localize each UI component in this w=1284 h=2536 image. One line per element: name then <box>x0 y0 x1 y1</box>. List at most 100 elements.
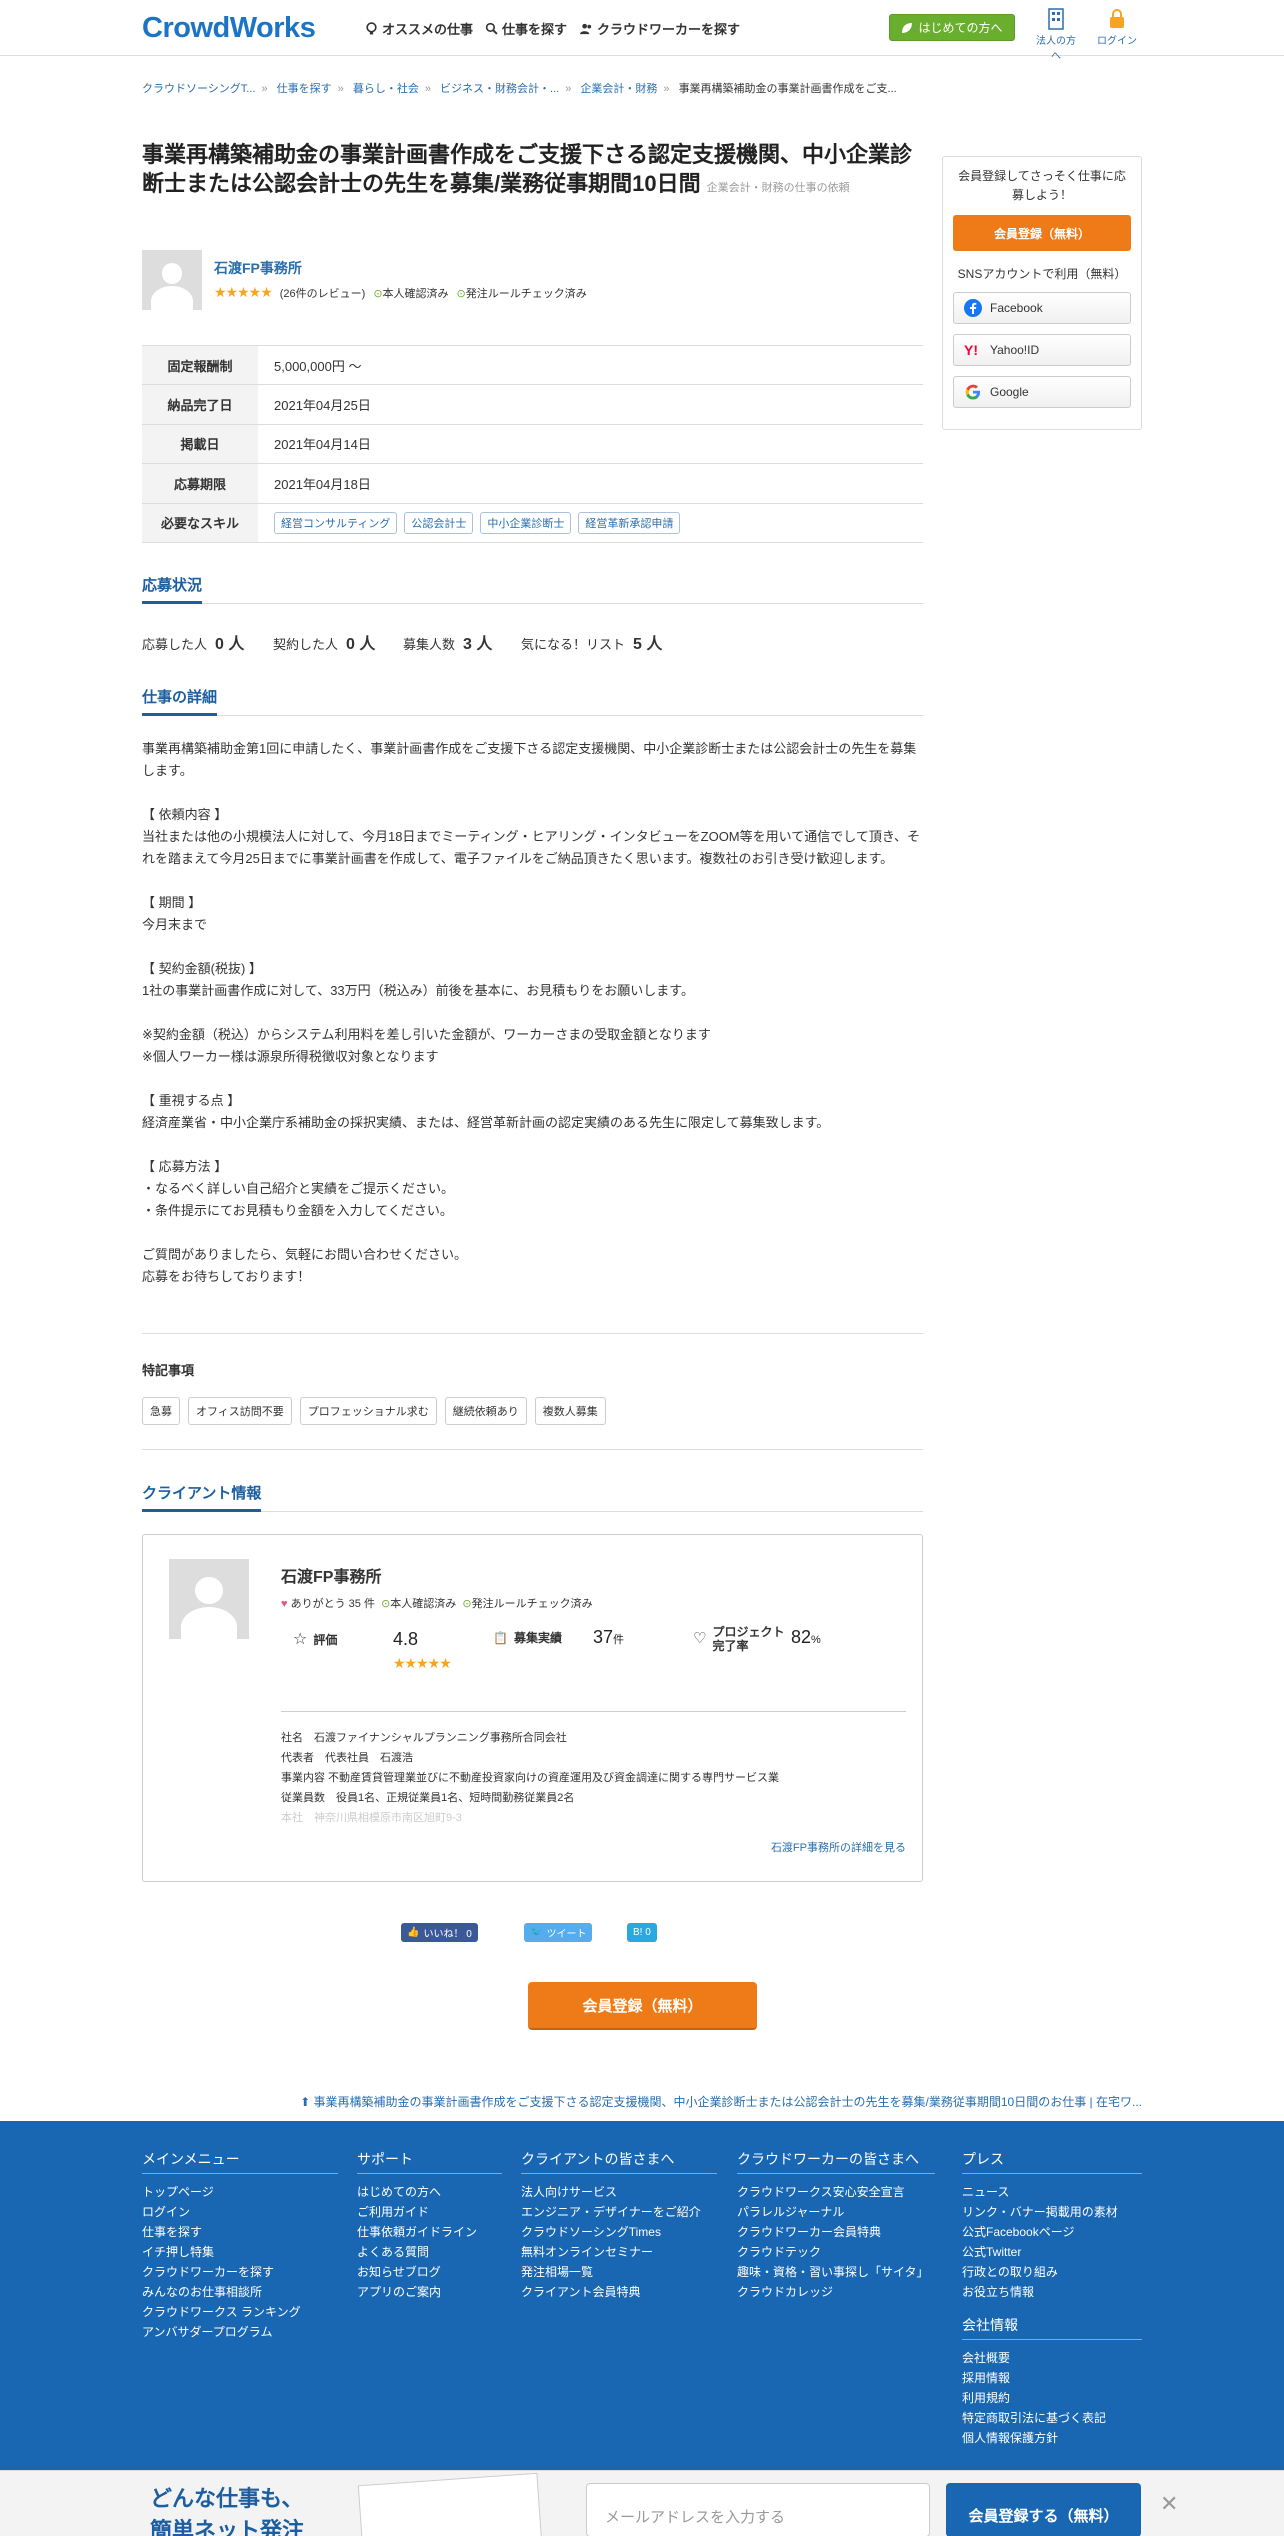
google-login-button[interactable]: Google <box>953 376 1131 408</box>
footer-link[interactable]: 仕事を探す <box>142 2222 338 2242</box>
footer-link[interactable]: リンク・バナー掲載用の素材 <box>962 2202 1142 2222</box>
footer-link[interactable]: トップページ <box>142 2182 338 2202</box>
breadcrumb-item[interactable]: クラウドソーシングT... <box>142 83 255 95</box>
footer-link[interactable]: エンジニア・デザイナーをご紹介 <box>521 2202 717 2222</box>
footer-link[interactable]: クラウドワークス安心安全宣言 <box>737 2182 935 2202</box>
footer-link[interactable]: お役立ち情報 <box>962 2282 1142 2302</box>
breadcrumb-item[interactable]: 暮らし・社会 <box>353 83 419 95</box>
nav-find-jobs[interactable]: 仕事を探す <box>485 19 567 38</box>
category-link[interactable]: 企業会計・財務の仕事の依頼 <box>707 182 850 194</box>
twitter-icon: 🐦 <box>530 1927 543 1938</box>
kpi-orders-label: 📋 募集実績 <box>493 1630 562 1646</box>
footer-link[interactable]: 特定商取引法に基づく表記 <box>962 2408 1142 2428</box>
footer-link[interactable]: クラウドソーシングTimes <box>521 2222 717 2242</box>
stat-recruit: 募集人数 3 人 <box>403 636 493 653</box>
footer-link[interactable]: 公式Facebookページ <box>962 2222 1142 2242</box>
skill-tag[interactable]: 公認会計士 <box>404 511 474 534</box>
footer-col-workers: クラウドワーカーの皆さまへ クラウドワークス安心安全宣言 パラレルジャーナル ク… <box>737 2149 935 2302</box>
skill-tag[interactable]: 中小企業診断士 <box>480 511 572 534</box>
email-input[interactable]: メールアドレスを入力する <box>586 2483 930 2536</box>
footer-link[interactable]: クライアント会員特典 <box>521 2282 717 2302</box>
yahoo-login-button[interactable]: Y! Yahoo!ID <box>953 334 1131 366</box>
client-summary: ★★★★★ (26件のレビュー) ⊙本人確認済み ⊙発注ルールチェック済み <box>214 284 587 301</box>
breadcrumb-item[interactable]: 企業会計・財務 <box>580 83 657 95</box>
footer-link[interactable]: パラレルジャーナル <box>737 2202 935 2222</box>
footer-link[interactable]: みんなのお仕事相談所 <box>142 2282 338 2302</box>
feature-tags: 急募 オフィス訪問不要 プロフェッショナル求む 継続依頼あり 複数人募集 <box>142 1397 606 1425</box>
tweet-button[interactable]: 🐦 ツイート <box>524 1923 593 1942</box>
client-name[interactable]: 石渡FP事務所 <box>281 1563 381 1587</box>
footer-link[interactable]: 個人情報保護方針 <box>962 2428 1142 2448</box>
footer-link[interactable]: 行政との取り組み <box>962 2262 1142 2282</box>
feature-tag: プロフェッショナル求む <box>299 1397 437 1425</box>
footer-link[interactable]: よくある質問 <box>357 2242 502 2262</box>
footer-col-company: 会社情報 会社概要 採用情報 利用規約 特定商取引法に基づく表記 個人情報保護方… <box>962 2315 1142 2448</box>
footer-link[interactable]: クラウドワーカーを探す <box>142 2262 338 2282</box>
heart-icon: ♥ <box>281 1598 288 1610</box>
feature-tag: 複数人募集 <box>534 1397 606 1425</box>
footer-link[interactable]: お知らせブログ <box>357 2262 502 2282</box>
login-link[interactable]: ログイン <box>1095 8 1139 47</box>
close-icon[interactable]: ✕ <box>1160 2491 1178 2517</box>
footer-link[interactable]: クラウドワーカー会員特典 <box>737 2222 935 2242</box>
kpi-complete-label: ♡ プロジェクト 完了率 <box>693 1625 785 1653</box>
status-heading: 応募状況 <box>142 574 923 604</box>
page-title: 事業再構築補助金の事業計画書作成をご支援下さる認定支援機関、中小企業診断士または… <box>142 142 913 196</box>
table-row: 納品完了日 2021年04月25日 <box>142 385 923 425</box>
breadcrumb-item[interactable]: 仕事を探す <box>277 83 332 95</box>
signup-ad-text: どんな仕事も、 簡単ネット発注 <box>150 2486 305 2536</box>
client-avatar[interactable] <box>142 250 202 310</box>
nav-recommended[interactable]: オススメの仕事 <box>365 19 473 38</box>
footer-link[interactable]: はじめての方へ <box>357 2182 502 2202</box>
footer-link[interactable]: 仕事依頼ガイドライン <box>357 2222 502 2242</box>
footer-link[interactable]: 利用規約 <box>962 2388 1142 2408</box>
table-row: 応募期限 2021年04月18日 <box>142 464 923 504</box>
footer-link[interactable]: 無料オンラインセミナー <box>521 2242 717 2262</box>
check-icon: ⊙ <box>462 1598 472 1610</box>
feature-tag: 急募 <box>142 1397 180 1425</box>
skill-tag[interactable]: 経営革新承認申請 <box>578 511 681 534</box>
kpi-rating-value: 4.8 <box>393 1629 419 1649</box>
nav-find-workers[interactable]: クラウドワーカーを探す <box>580 19 740 38</box>
facebook-like-button[interactable]: 👍 いいね！ 0 <box>401 1923 478 1942</box>
rule-check-badge: ⊙発注ルールチェック済み <box>456 287 587 300</box>
footer-link[interactable]: クラウドワークス ランキング <box>142 2302 338 2322</box>
footer-link[interactable]: 趣味・資格・習い事探し「サイタ」 <box>737 2262 935 2282</box>
skill-tag[interactable]: 経営コンサルティング <box>274 511 398 534</box>
client-avatar[interactable] <box>169 1559 249 1639</box>
footer-link[interactable]: ログイン <box>142 2202 338 2222</box>
footer-link[interactable]: 公式Twitter <box>962 2242 1142 2262</box>
footer-link[interactable]: イチ押し特集 <box>142 2242 338 2262</box>
hatena-button[interactable]: B! 0 <box>627 1923 657 1942</box>
footer-link[interactable]: クラウドテック <box>737 2242 935 2262</box>
footer-col-clients: クライアントの皆さまへ 法人向けサービス エンジニア・デザイナーをご紹介 クラウ… <box>521 2149 717 2302</box>
client-name-link[interactable]: 石渡FP事務所 <box>214 258 302 278</box>
detail-heading: 仕事の詳細 <box>142 686 923 716</box>
promo-illustration <box>357 2472 543 2536</box>
client-detail-link[interactable]: 石渡FP事務所の詳細を見る <box>771 1839 906 1855</box>
footer-link[interactable]: アンバサダープログラム <box>142 2322 338 2342</box>
footer-link[interactable]: 採用情報 <box>962 2368 1142 2388</box>
footer-link[interactable]: 発注相場一覧 <box>521 2262 717 2282</box>
review-count-link[interactable]: (26件のレビュー) <box>280 285 366 301</box>
sidebar-register-box: 会員登録してさっそく仕事に応募しよう！ 会員登録（無料） SNSアカウントで利用… <box>942 156 1142 430</box>
logo[interactable]: CrowdWorks <box>142 12 316 45</box>
facebook-login-button[interactable]: Facebook <box>953 292 1131 324</box>
join-button[interactable]: 会員登録する（無料） <box>946 2483 1141 2536</box>
footer-link[interactable]: クラウドカレッジ <box>737 2282 935 2302</box>
sidebar-register-button[interactable]: 会員登録（無料） <box>953 215 1131 251</box>
footer-link[interactable]: 会社概要 <box>962 2348 1142 2368</box>
first-time-button[interactable]: はじめての方へ <box>889 14 1015 41</box>
sticky-signup-bar: どんな仕事も、 簡単ネット発注 メールアドレスを入力する 会員登録する（無料） ✕ <box>0 2470 1284 2536</box>
register-cta-button[interactable]: 会員登録（無料） <box>528 1982 757 2030</box>
check-icon: ⊙ <box>373 287 383 300</box>
breadcrumb-item[interactable]: ビジネス・財務会計・... <box>440 83 559 95</box>
bottom-breadcrumb-link[interactable]: ⬆ 事業再構築補助金の事業計画書作成をご支援下さる認定支援機関、中小企業診断士ま… <box>300 2093 1142 2110</box>
corp-link[interactable]: 法人の方へ <box>1034 8 1078 62</box>
footer-link[interactable]: アプリのご案内 <box>357 2282 502 2302</box>
footer-link[interactable]: ご利用ガイド <box>357 2202 502 2222</box>
footer-link[interactable]: 法人向けサービス <box>521 2182 717 2202</box>
star-outline-icon: ☆ <box>293 1631 308 1648</box>
leaf-icon <box>902 22 913 33</box>
footer-link[interactable]: ニュース <box>962 2182 1142 2202</box>
